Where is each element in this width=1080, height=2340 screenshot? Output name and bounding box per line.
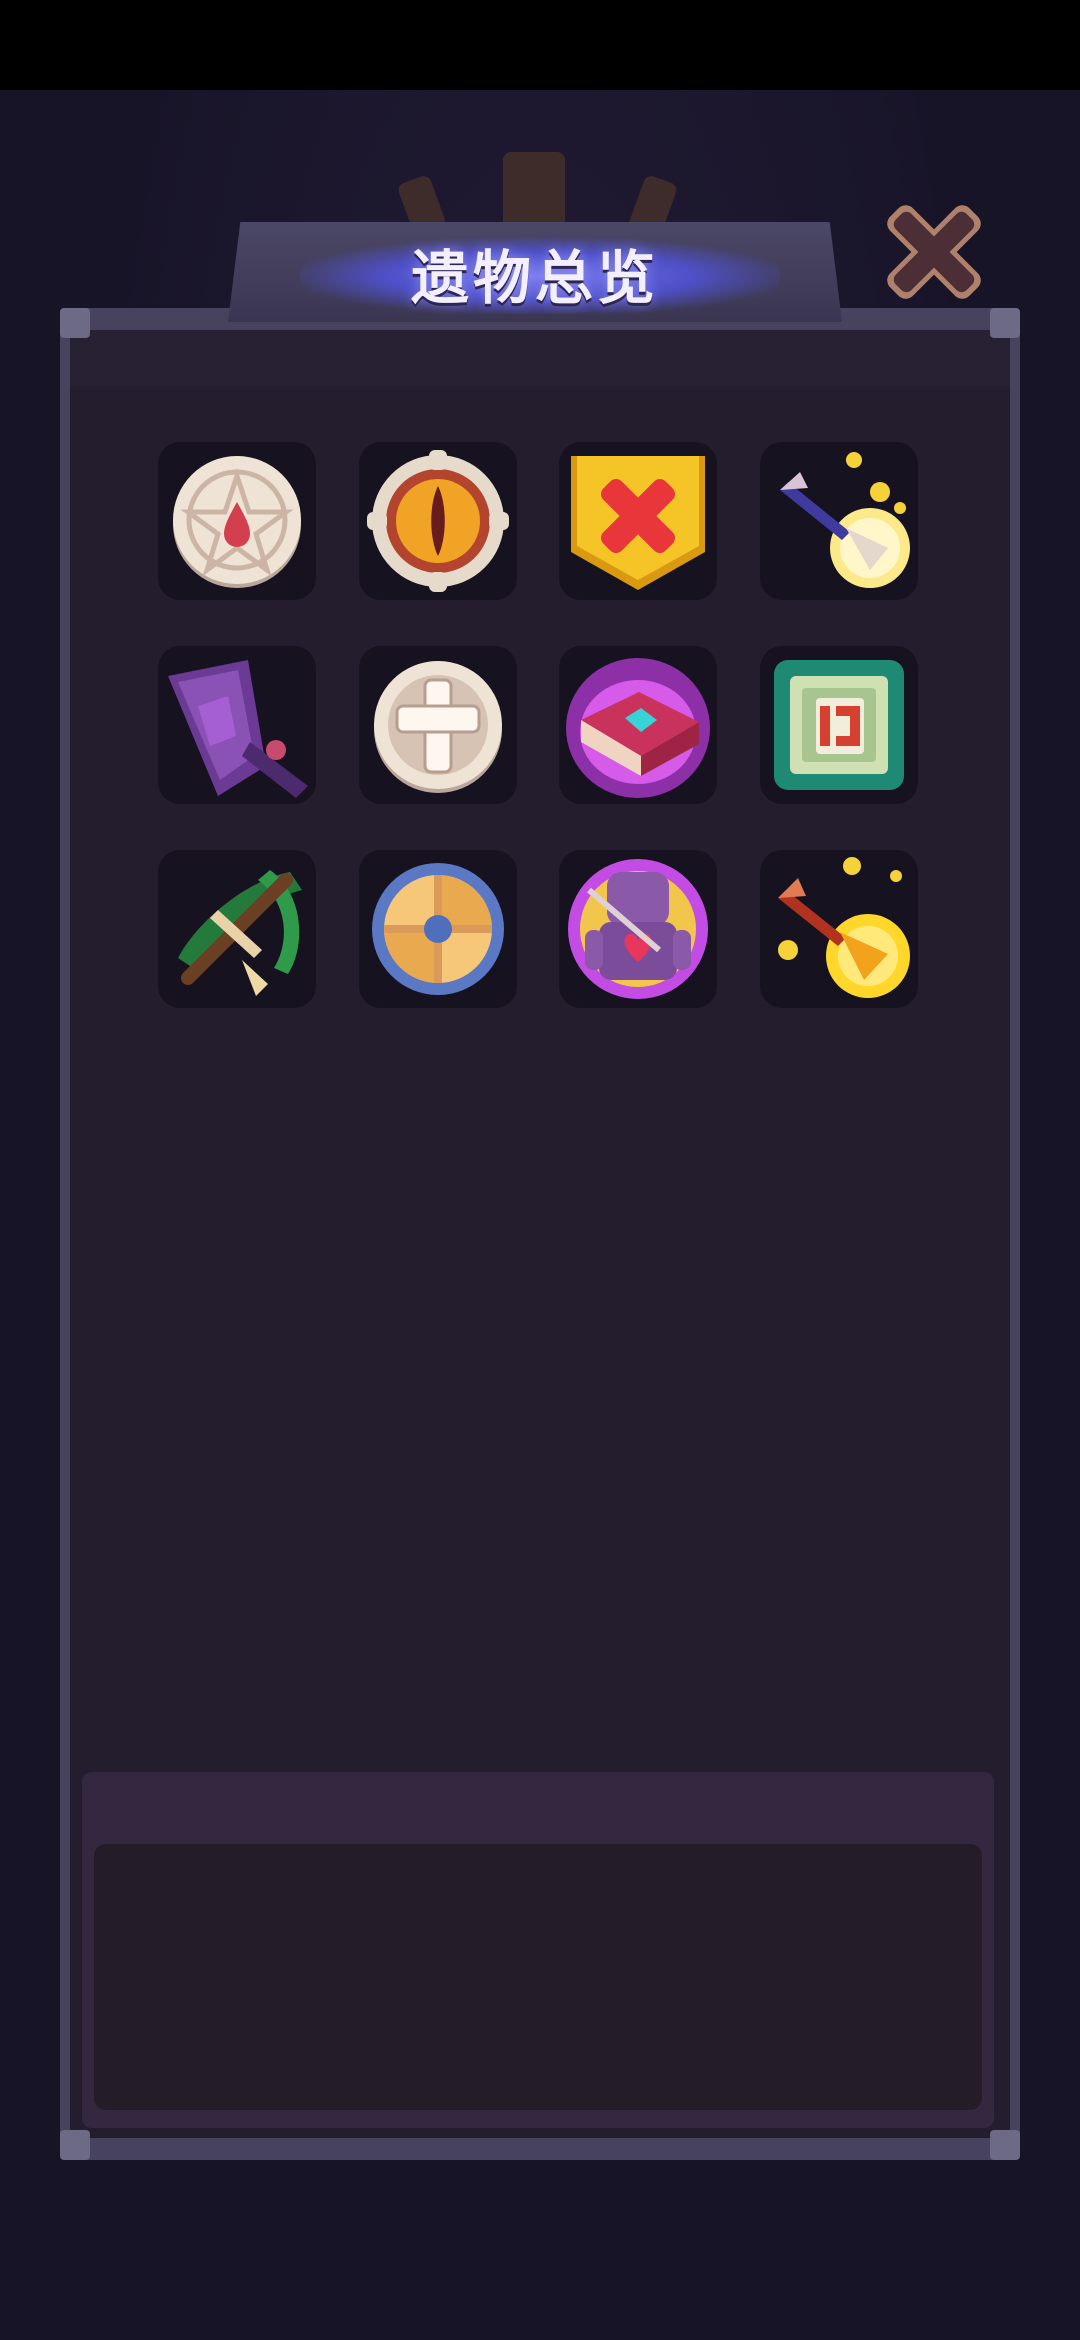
panel-corner: [60, 2130, 90, 2160]
flaming-golden-arrow-icon: [778, 857, 910, 998]
glowing-arrow-icon: [780, 452, 910, 588]
relic-slot[interactable]: [359, 646, 517, 804]
relic-slot[interactable]: [559, 646, 717, 804]
jade-crossbow-icon: [178, 870, 302, 996]
panel-corner: [990, 2130, 1020, 2160]
panel-corner: [60, 308, 90, 338]
banner-ray: [503, 152, 565, 232]
relic-slot[interactable]: [760, 442, 918, 600]
status-bar: [0, 0, 1080, 90]
relic-slot[interactable]: [559, 442, 717, 600]
relic-slot[interactable]: [760, 850, 918, 1008]
relic-slot[interactable]: [359, 850, 517, 1008]
close-button[interactable]: [872, 190, 996, 314]
cross-coin-icon: [374, 661, 502, 793]
page-title: 遗物总览: [410, 244, 659, 312]
relic-slot[interactable]: [359, 442, 517, 600]
relic-slot[interactable]: [158, 850, 316, 1008]
round-wooden-shield-icon: [372, 863, 504, 995]
cursed-voodoo-doll-icon: [568, 859, 708, 999]
pentagram-blood-seal-icon: [173, 456, 301, 588]
relic-slot[interactable]: [760, 646, 918, 804]
panel-header-band: [70, 330, 1010, 386]
red-cross-yellow-shield-icon: [571, 456, 705, 590]
close-x-icon: [887, 205, 981, 299]
description-box: [94, 1844, 982, 2110]
crystal-purple-axe-icon: [168, 660, 308, 798]
relic-slot[interactable]: [158, 646, 316, 804]
burning-spellbook-icon: [566, 658, 710, 798]
dragon-eye-medallion-icon: [367, 450, 509, 592]
circuit-chip-icon: [774, 660, 904, 790]
relic-slot[interactable]: [559, 850, 717, 1008]
relic-slot[interactable]: [158, 442, 316, 600]
